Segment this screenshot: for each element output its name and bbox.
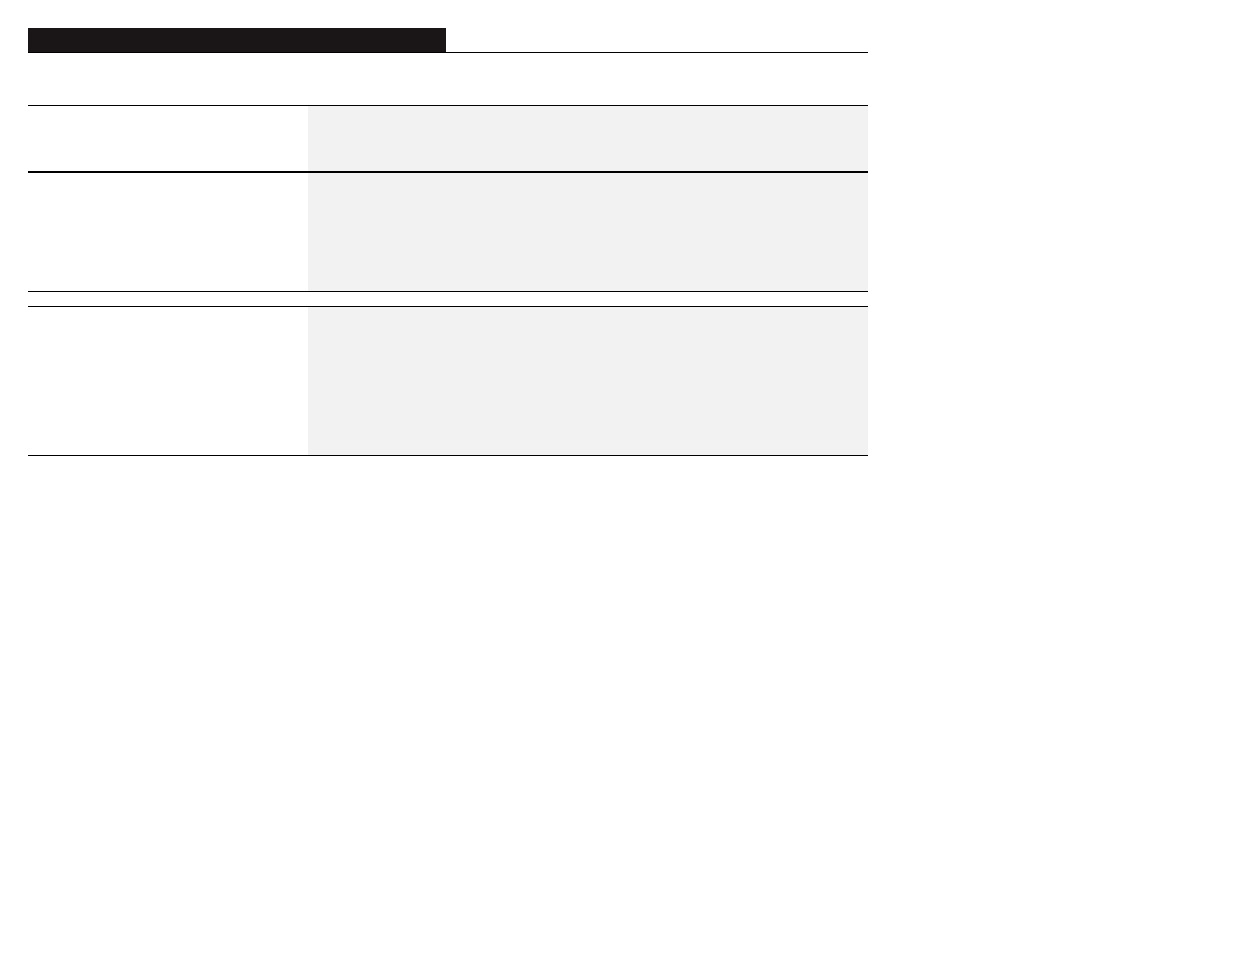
section-1-col2: [308, 173, 728, 291]
section-1-body: [28, 172, 868, 292]
section-1: [28, 105, 868, 292]
section-2: [28, 306, 868, 456]
page: [0, 0, 1235, 954]
title-black-box: [28, 28, 446, 52]
section-2-col2: [308, 307, 728, 455]
section-1-header-right: [308, 106, 868, 171]
content-area: [28, 28, 868, 456]
section-1-header: [28, 105, 868, 172]
section-2-label: [28, 307, 308, 455]
section-1-col3: [728, 173, 868, 291]
section-1-label: [28, 173, 308, 291]
title-bar: [28, 28, 868, 53]
section-2-body: [28, 306, 868, 456]
section-1-header-left: [28, 106, 308, 171]
section-2-col3: [728, 307, 868, 455]
spacer: [28, 53, 868, 105]
